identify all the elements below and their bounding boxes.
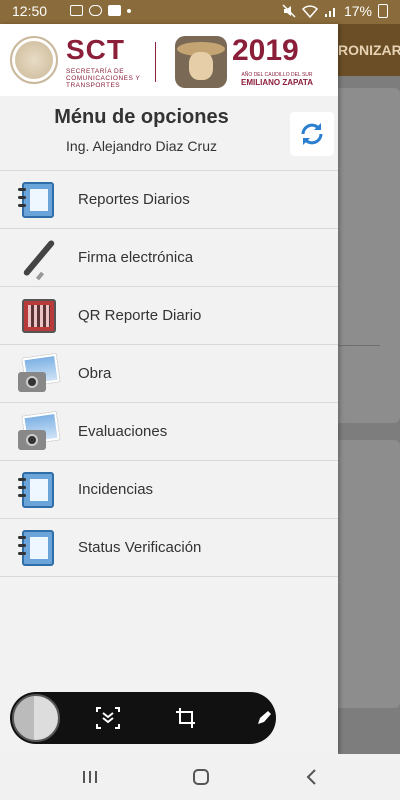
signal-icon	[324, 8, 335, 17]
menu-item-label: Incidencias	[78, 481, 154, 498]
sync-button[interactable]	[290, 112, 334, 156]
back-icon	[306, 769, 316, 785]
screenshot-thumbnail[interactable]	[12, 694, 60, 742]
scroll-capture-icon	[96, 707, 120, 729]
qr-code-icon	[18, 296, 60, 336]
system-nav-bar	[0, 754, 400, 800]
home-button[interactable]	[187, 764, 215, 790]
background-sync-label: RONIZAR	[338, 42, 400, 58]
photo-icon	[70, 5, 83, 16]
menu-item-label: Status Verificación	[78, 539, 202, 556]
menu-item-status-verificacion[interactable]: Status Verificación	[0, 518, 338, 577]
background-app-header: RONIZAR	[338, 24, 400, 76]
menu-item-incidencias[interactable]: Incidencias	[0, 460, 338, 518]
sync-icon	[301, 123, 323, 145]
scroll-capture-button[interactable]	[94, 704, 122, 732]
sct-logo-subtitle: SECRETARÍA DE COMUNICACIONES Y TRANSPORT…	[66, 68, 141, 89]
status-time: 12:50	[12, 3, 48, 19]
menu-list: Reportes Diarios Firma electrónica QR Re…	[0, 170, 338, 577]
logo-separator	[155, 42, 156, 82]
logo-header: SCT SECRETARÍA DE COMUNICACIONES Y TRANS…	[0, 24, 338, 96]
notebook-icon	[18, 470, 60, 510]
status-bar: 12:50 17%	[0, 0, 400, 24]
battery-percent: 17%	[343, 3, 372, 19]
mexico-seal-logo	[10, 36, 58, 84]
home-icon	[193, 769, 209, 785]
menu-item-label: Evaluaciones	[78, 423, 168, 440]
menu-item-reportes-diarios[interactable]: Reportes Diarios	[0, 170, 338, 228]
background-card	[338, 440, 400, 708]
camera-photo-icon	[18, 411, 60, 452]
mute-icon	[282, 4, 296, 18]
user-name: Ing. Alejandro Diaz Cruz	[66, 138, 217, 154]
navigation-drawer: SCT SECRETARÍA DE COMUNICACIONES Y TRANS…	[0, 24, 338, 754]
recent-apps-icon	[83, 771, 97, 783]
menu-item-obra[interactable]: Obra	[0, 344, 338, 402]
menu-item-label: QR Reporte Diario	[78, 307, 202, 324]
edit-icon	[258, 711, 271, 724]
background-divider	[338, 345, 380, 346]
year-logo-name: EMILIANO ZAPATA	[241, 78, 313, 87]
sct-logo-title: SCT	[66, 34, 125, 65]
screenshot-toolbar	[10, 692, 276, 744]
zapata-portrait-logo	[175, 36, 227, 88]
pen-icon	[18, 238, 60, 281]
edit-button[interactable]	[250, 704, 278, 732]
notebook-icon	[18, 528, 60, 568]
camera-photo-icon	[18, 353, 60, 394]
dot-icon	[127, 9, 131, 13]
wifi-icon	[301, 5, 318, 18]
menu-item-firma-electronica[interactable]: Firma electrónica	[0, 228, 338, 286]
year-logo: 2019	[232, 34, 299, 67]
battery-icon	[378, 4, 388, 18]
crop-button[interactable]	[172, 704, 200, 732]
back-button[interactable]	[298, 764, 326, 790]
menu-item-evaluaciones[interactable]: Evaluaciones	[0, 402, 338, 460]
recent-apps-button[interactable]	[76, 764, 104, 790]
menu-title: Ménu de opciones	[54, 106, 229, 128]
crop-icon	[176, 708, 195, 728]
menu-item-label: Reportes Diarios	[78, 191, 190, 208]
voicemail-icon	[89, 5, 102, 16]
background-card	[338, 88, 400, 423]
notebook-icon	[18, 180, 60, 220]
menu-item-label: Obra	[78, 365, 112, 382]
menu-item-label: Firma electrónica	[78, 249, 194, 266]
menu-item-qr-reporte-diario[interactable]: QR Reporte Diario	[0, 286, 338, 344]
youtube-icon	[108, 5, 121, 16]
